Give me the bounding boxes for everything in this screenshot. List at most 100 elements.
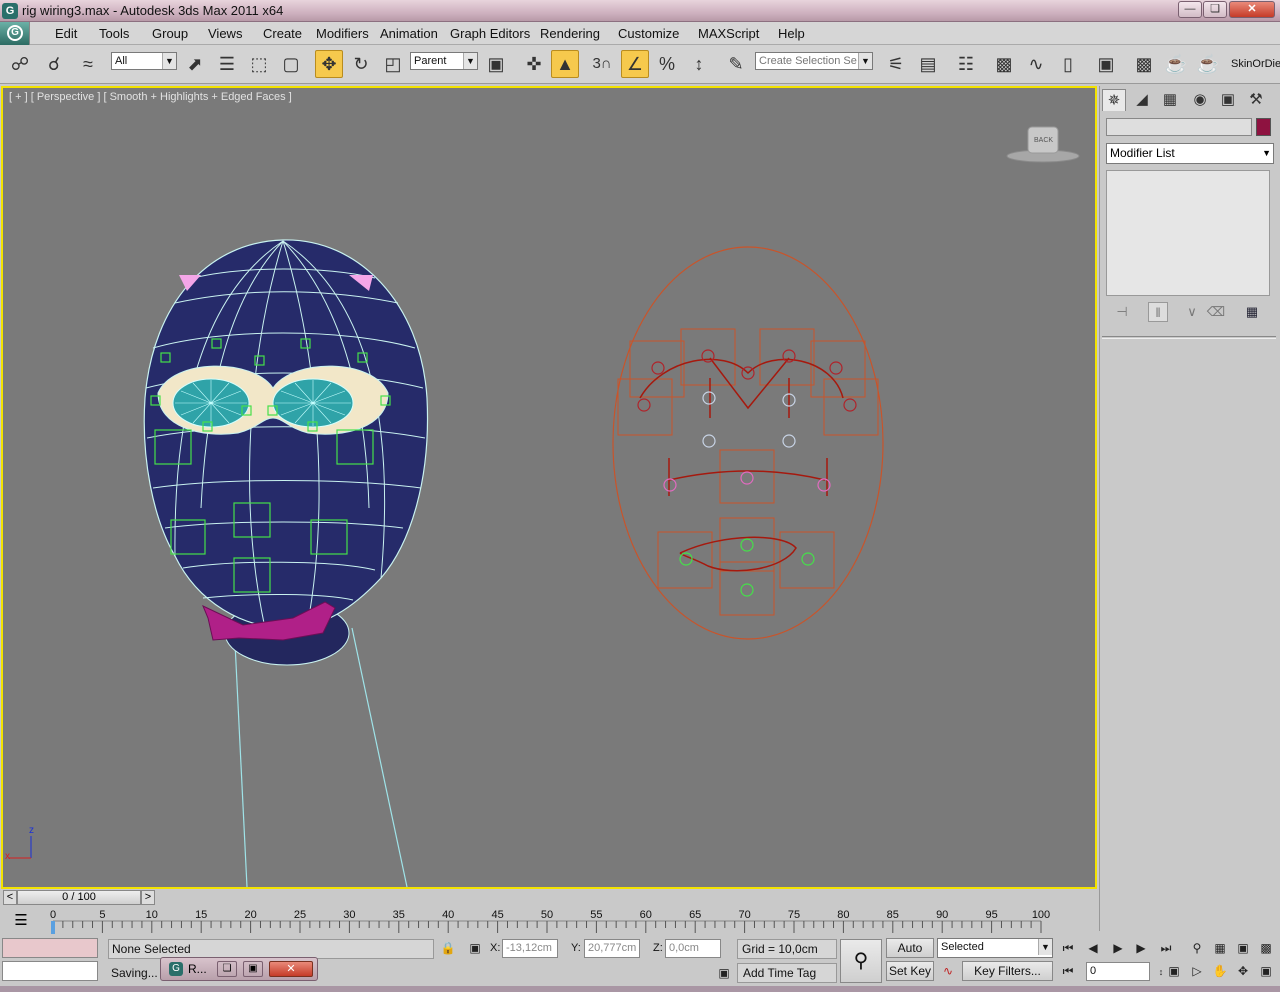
window-crossing-icon[interactable]: ▢ [277, 50, 305, 78]
key-mode-dropdown[interactable]: Selected ▼ [937, 938, 1053, 958]
menu-modifiers[interactable]: Modifiers [316, 26, 369, 41]
rig-brow-curves[interactable] [639, 357, 844, 572]
y-coordinate-field[interactable]: 20,777cm [584, 939, 640, 958]
viewport-scene[interactable] [3, 88, 1095, 887]
open-mini-curve-editor-icon[interactable]: ☰ [8, 911, 34, 931]
close-button[interactable]: ✕ [1229, 1, 1275, 18]
selection-filter-dropdown[interactable]: All ▼ [111, 52, 177, 70]
angle-snap-icon[interactable]: ∠ [621, 50, 649, 78]
play-icon[interactable]: ▶ [1108, 938, 1128, 958]
layer-manager-icon[interactable]: ☷ [952, 50, 980, 78]
time-tag-icon[interactable]: ▣ [714, 963, 734, 983]
render-production-icon[interactable]: ☕ [1194, 50, 1222, 78]
taskbar-maximize-icon[interactable]: ▣ [243, 961, 263, 977]
go-to-start-icon[interactable]: ⏮ [1058, 938, 1078, 958]
mirror-icon[interactable]: ⚟ [882, 50, 910, 78]
select-and-link-icon[interactable]: ☍ [6, 50, 34, 78]
keyboard-shortcut-override-icon[interactable]: ▲ [551, 50, 579, 78]
facial-rig-board[interactable] [612, 246, 884, 640]
app-icon[interactable]: G [2, 3, 18, 19]
absolute-relative-toggle-icon[interactable]: ▣ [465, 938, 485, 958]
default-in-out-tangent-icon[interactable]: ∿ [938, 961, 958, 981]
maximize-viewport-icon[interactable]: ▣ [1256, 961, 1276, 981]
head-mesh[interactable] [143, 239, 429, 629]
menu-tools[interactable]: Tools [99, 26, 129, 41]
menu-group[interactable]: Group [152, 26, 188, 41]
modifier-stack[interactable] [1106, 170, 1270, 296]
percent-snap-icon[interactable]: % [653, 50, 681, 78]
pan-view-icon[interactable]: ✋ [1210, 961, 1230, 981]
next-frame-arrow[interactable]: > [141, 890, 155, 905]
select-and-move-icon[interactable]: ✥ [315, 50, 343, 78]
select-by-name-icon[interactable]: ☰ [213, 50, 241, 78]
zoom-icon[interactable]: ⚲ [1187, 938, 1207, 958]
minimize-button[interactable]: — [1178, 1, 1202, 18]
orbit-icon[interactable]: ✥ [1233, 961, 1253, 981]
previous-frame-arrow[interactable]: < [3, 890, 17, 905]
skinordie-label[interactable]: SkinOrDie [1231, 58, 1280, 70]
select-and-manipulate-icon[interactable]: ✜ [520, 50, 548, 78]
display-tab-icon[interactable]: ▣ [1216, 89, 1240, 111]
reference-coordinate-dropdown[interactable]: Parent ▼ [410, 52, 478, 70]
rig-blue-controls[interactable] [702, 391, 796, 448]
taskbar-window-button[interactable]: G R... ❏ ▣ ✕ [160, 957, 318, 981]
remove-modifier-icon[interactable]: ⌫ [1206, 302, 1226, 322]
time-slider-thumb[interactable]: 0 / 100 [17, 890, 141, 905]
menu-animation[interactable]: Animation [380, 26, 438, 41]
key-filters-button[interactable]: Key Filters... [962, 961, 1053, 981]
add-time-tag-button[interactable]: Add Time Tag [737, 963, 837, 983]
previous-frame-icon[interactable]: ◀ [1083, 938, 1103, 958]
field-of-view-icon[interactable]: ▷ [1187, 961, 1207, 981]
show-end-result-icon[interactable]: ‖ [1148, 302, 1168, 322]
menu-create[interactable]: Create [263, 26, 302, 41]
object-name-field[interactable] [1106, 118, 1252, 136]
make-unique-icon[interactable]: ∨ [1182, 302, 1202, 322]
align-icon[interactable]: ▤ [914, 50, 942, 78]
track-bar[interactable]: ☰ 0 5 10 15 20 25 30 35 40 45 50 55 60 65 70 75 80 85 90 95… [0, 907, 1099, 935]
edit-named-selection-icon[interactable]: ✎ [722, 50, 750, 78]
menu-rendering[interactable]: Rendering [540, 26, 600, 41]
modify-tab-icon[interactable]: ◢ [1130, 89, 1154, 111]
maxscript-listener-mini[interactable] [2, 938, 98, 958]
snaps-toggle-icon[interactable]: 3∩ [588, 50, 616, 78]
rig-green-controls[interactable] [679, 538, 815, 597]
select-and-rotate-icon[interactable]: ↻ [347, 50, 375, 78]
rig-pink-controls[interactable] [663, 471, 831, 492]
select-and-scale-icon[interactable]: ◰ [379, 50, 407, 78]
time-slider[interactable]: < 0 / 100 > [1, 889, 1097, 906]
maxscript-input[interactable] [2, 961, 98, 981]
set-key-mode-key-icon[interactable]: ⚲ [840, 939, 882, 983]
rendered-frame-window-icon[interactable]: ☕ [1162, 50, 1190, 78]
motion-tab-icon[interactable]: ◉ [1188, 89, 1212, 111]
zoom-all-icon[interactable]: ▦ [1210, 938, 1230, 958]
current-frame-marker[interactable] [51, 921, 55, 934]
time-configuration-icon[interactable]: ▣ [1164, 961, 1184, 981]
z-coordinate-field[interactable]: 0,0cm [665, 939, 721, 958]
frame-ruler[interactable]: 0 5 10 15 20 25 30 35 40 45 50 55 60 65 70 75 80 85 90 95 10… [38, 907, 1098, 935]
set-key-button[interactable]: Set Key [886, 961, 934, 981]
selection-lock-icon[interactable]: 🔒 [438, 938, 458, 958]
material-editor-icon[interactable]: ▣ [1092, 50, 1120, 78]
utilities-tab-icon[interactable]: ⚒ [1244, 89, 1268, 111]
x-coordinate-field[interactable]: -13,12cm [502, 939, 558, 958]
menu-help[interactable]: Help [778, 26, 805, 41]
curve-editor-icon[interactable]: ∿ [1022, 50, 1050, 78]
pin-stack-icon[interactable]: ⊣ [1112, 302, 1132, 322]
menu-customize[interactable]: Customize [618, 26, 679, 41]
schematic-view-icon[interactable]: ▯ [1054, 50, 1082, 78]
zoom-extents-all-icon[interactable]: ▩ [1256, 938, 1276, 958]
go-to-end-icon[interactable]: ⏭ [1156, 938, 1176, 958]
viewcube[interactable]: BACK [1006, 125, 1080, 165]
spinner-snap-icon[interactable]: ↕ [685, 50, 713, 78]
menu-maxscript[interactable]: MAXScript [698, 26, 759, 41]
application-button[interactable]: G [0, 22, 30, 45]
perspective-viewport[interactable]: [ + ] [ Perspective ] [ Smooth + Highlig… [1, 86, 1097, 889]
taskbar-restore-icon[interactable]: ❏ [217, 961, 237, 977]
zoom-extents-icon[interactable]: ▣ [1233, 938, 1253, 958]
rig-red-controls[interactable] [637, 349, 857, 412]
unlink-selection-icon[interactable]: ☌ [40, 50, 68, 78]
menu-edit[interactable]: Edit [55, 26, 77, 41]
modifier-list-dropdown[interactable]: Modifier List ▼ [1106, 143, 1274, 164]
bind-to-space-warp-icon[interactable]: ≈ [74, 50, 102, 78]
rectangular-selection-icon[interactable]: ⬚ [245, 50, 273, 78]
